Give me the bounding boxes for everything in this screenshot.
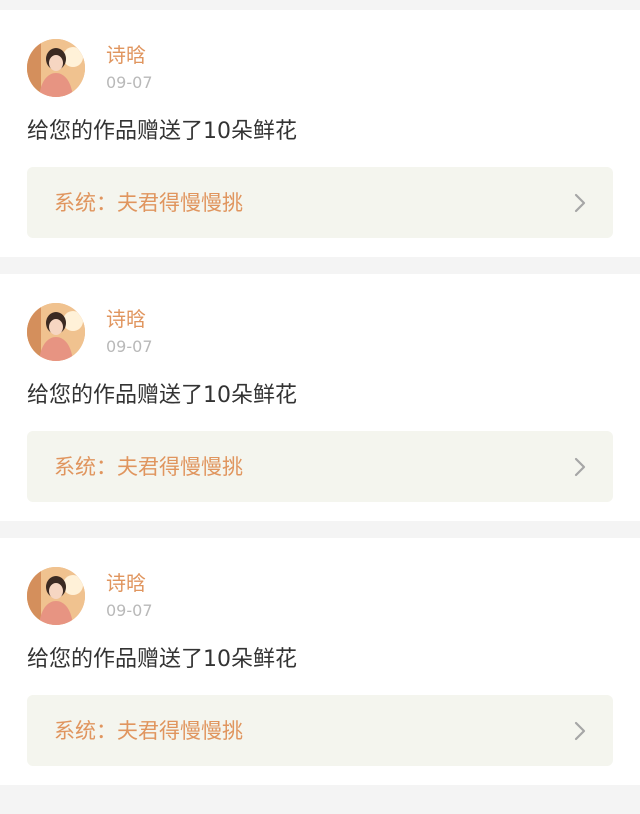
username[interactable]: 诗晗	[106, 306, 146, 332]
chevron-right-icon	[574, 193, 586, 213]
timestamp: 09-07	[106, 601, 153, 620]
work-title: 系统：夫君得慢慢挑	[54, 455, 243, 479]
notification-card: 诗晗 09-07 给您的作品赠送了10朵鲜花 系统：夫君得慢慢挑	[0, 10, 640, 257]
user-avatar[interactable]	[27, 39, 85, 97]
username[interactable]: 诗晗	[106, 570, 146, 596]
work-link[interactable]: 系统：夫君得慢慢挑	[27, 431, 613, 502]
username[interactable]: 诗晗	[106, 42, 146, 68]
chevron-right-icon	[574, 721, 586, 741]
notification-card: 诗晗 09-07 给您的作品赠送了10朵鲜花 系统：夫君得慢慢挑	[0, 274, 640, 521]
user-avatar[interactable]	[27, 567, 85, 625]
notification-message: 给您的作品赠送了10朵鲜花	[27, 119, 297, 144]
notification-card: 诗晗 09-07 给您的作品赠送了10朵鲜花 系统：夫君得慢慢挑	[0, 538, 640, 785]
work-title: 系统：夫君得慢慢挑	[54, 191, 243, 215]
notification-feed: 诗晗 09-07 给您的作品赠送了10朵鲜花 系统：夫君得慢慢挑 诗晗 09-0…	[0, 0, 640, 814]
chevron-right-icon	[574, 457, 586, 477]
user-avatar[interactable]	[27, 303, 85, 361]
timestamp: 09-07	[106, 337, 153, 356]
timestamp: 09-07	[106, 73, 153, 92]
notification-message: 给您的作品赠送了10朵鲜花	[27, 647, 297, 672]
work-link[interactable]: 系统：夫君得慢慢挑	[27, 167, 613, 238]
notification-message: 给您的作品赠送了10朵鲜花	[27, 383, 297, 408]
work-title: 系统：夫君得慢慢挑	[54, 719, 243, 743]
work-link[interactable]: 系统：夫君得慢慢挑	[27, 695, 613, 766]
